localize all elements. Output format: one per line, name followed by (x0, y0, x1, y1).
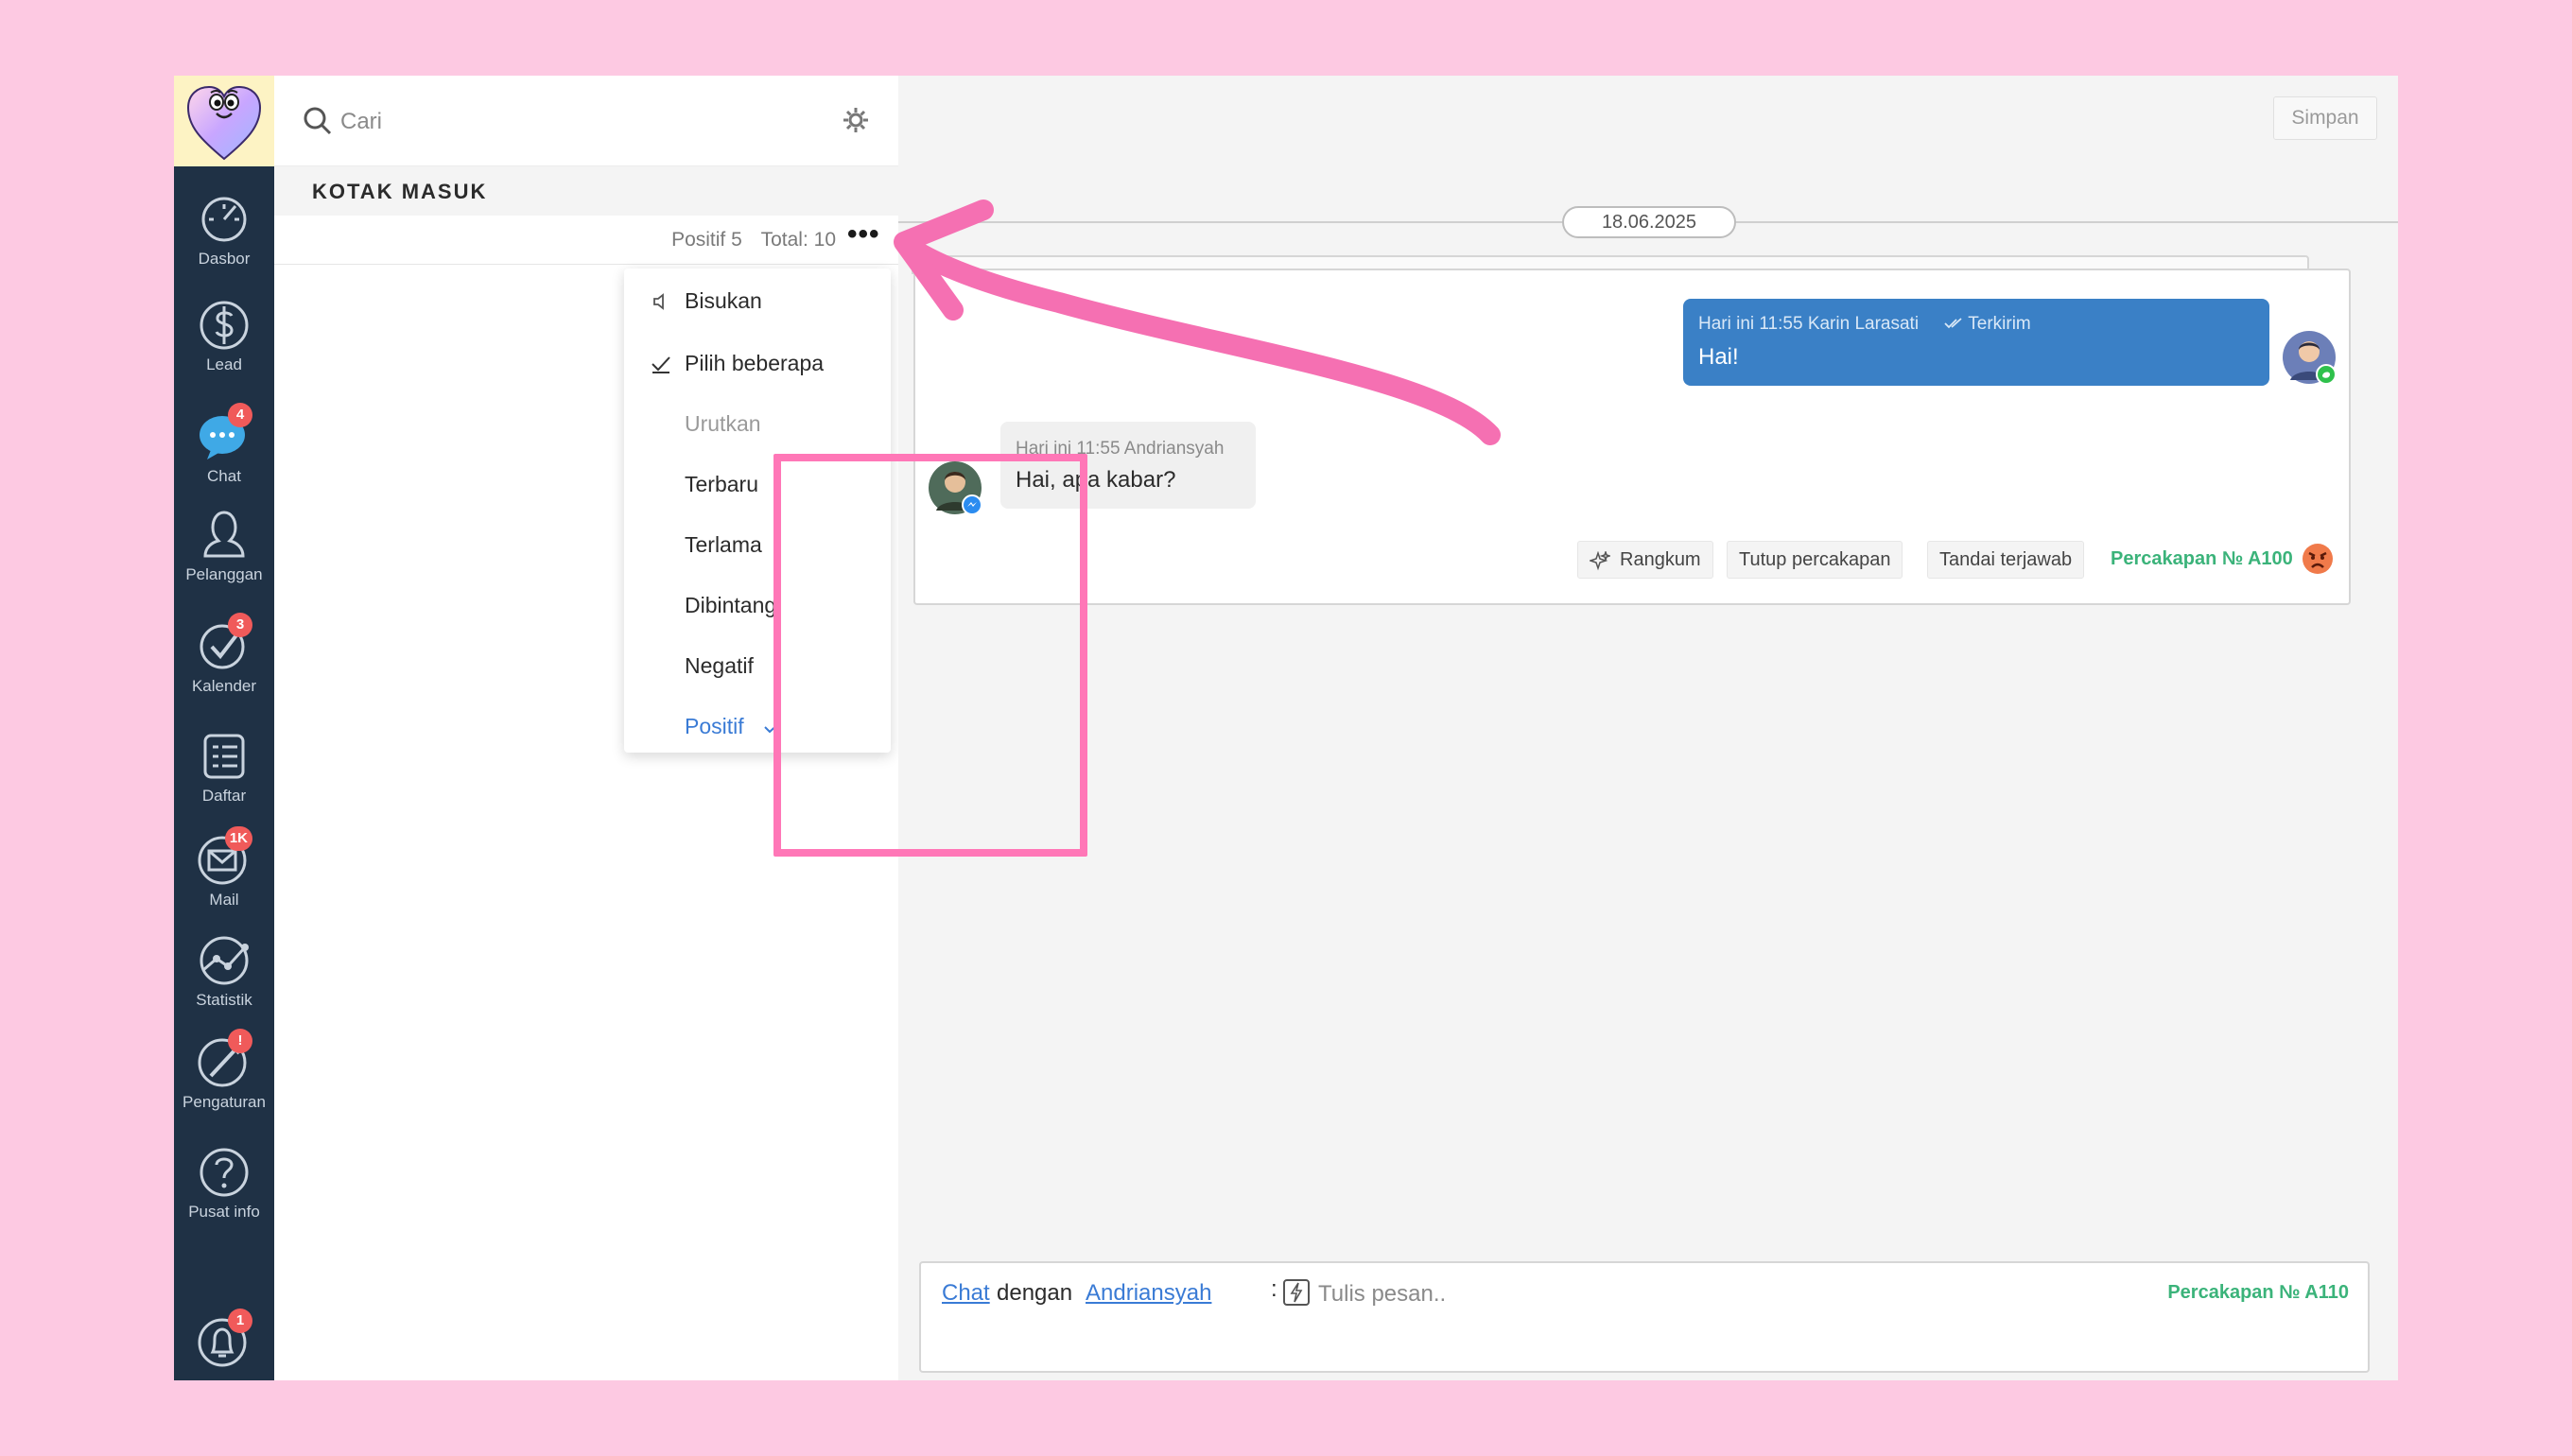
sidebar-item-label: Pelanggan (185, 565, 263, 583)
menu-section-urutkan: Urutkan (624, 393, 891, 454)
summarize-label: Rangkum (1620, 549, 1701, 570)
stats-icon (200, 936, 249, 985)
mark-answered-button[interactable]: Tandai terjawab (1927, 541, 2085, 579)
message-text: Hai! (1698, 344, 1739, 370)
delivery-status-label: Terkirim (1968, 314, 2031, 334)
menu-item-dibintangi[interactable]: Dibintangi (624, 575, 891, 635)
message-meta: Hari ini 11:55 Andriansyah (1016, 439, 1225, 459)
filter-summary: Positif 5 Total: 10 (671, 229, 836, 251)
mute-icon (653, 293, 664, 310)
sidebar-item-label: Kalender (191, 677, 257, 695)
double-check-icon (1944, 318, 1962, 329)
sidebar-item-kalender[interactable]: 3 Kalender (174, 613, 274, 696)
sidebar-item-daftar[interactable]: Daftar (174, 728, 274, 806)
gear-icon[interactable] (842, 106, 870, 134)
sidebar-item-label: Pusat info (188, 1203, 260, 1221)
conversation-card: Hari ini 11:55 Karin Larasati Terkirim H… (913, 269, 2351, 605)
sidebar-item-pelanggan[interactable]: Pelanggan (174, 507, 274, 584)
app-window: Dasbor Lead 4 Chat Pelanggan 3 Kalender … (174, 76, 2398, 1380)
message-meta-text: Hari ini 11:55 Karin Larasati (1698, 314, 1920, 334)
sidebar-item-label: Mail (209, 891, 239, 909)
menu-item-terlama[interactable]: Terlama (624, 514, 891, 575)
menu-item-label: Urutkan (685, 411, 761, 436)
agent-avatar[interactable] (2281, 329, 2337, 386)
menu-item-label: Terlama (685, 532, 762, 557)
menu-item-label: Terbaru (685, 472, 758, 496)
sidebar-item-notifications[interactable]: 1 (174, 1309, 274, 1367)
conversation-number[interactable]: Percakapan № A100 (2111, 548, 2293, 570)
sidebar-item-label: Dasbor (198, 250, 251, 268)
quick-reply-icon[interactable] (1282, 1278, 1311, 1307)
sparkle-icon (1590, 551, 1610, 571)
date-pill: 18.06.2025 (1562, 206, 1736, 238)
incoming-message: Hari ini 11:55 Andriansyah Hai, apa kaba… (1000, 422, 1256, 509)
contact-avatar[interactable] (927, 459, 983, 516)
logo[interactable] (174, 76, 274, 166)
settings-badge: ! (228, 1029, 252, 1053)
composer-conversation-number[interactable]: Percakapan № A110 (2167, 1282, 2349, 1304)
menu-item-pilih-beberapa[interactable]: Pilih beberapa (624, 333, 891, 393)
composer-with-label: dengan (997, 1280, 1073, 1306)
help-icon (200, 1148, 249, 1197)
filter-row: Positif 5 Total: 10 ••• (274, 217, 898, 265)
close-conversation-button[interactable]: Tutup percakapan (1727, 541, 1903, 579)
menu-item-bisukan[interactable]: Bisukan (624, 270, 891, 331)
search-icon (304, 107, 332, 135)
sidebar-item-label: Pengaturan (182, 1093, 266, 1111)
heart-logo-icon (186, 85, 262, 161)
selected-check-icon (764, 721, 781, 734)
message-text: Hai, apa kabar? (1016, 467, 1176, 493)
more-options-button[interactable]: ••• (847, 220, 885, 253)
sidebar-item-mail[interactable]: 1K Mail (174, 826, 274, 910)
menu-item-label: Negatif (685, 653, 754, 678)
total-label: Total: 10 (760, 229, 836, 251)
menu-item-negatif[interactable]: Negatif (624, 635, 891, 696)
inbox-title: KOTAK MASUK (312, 180, 488, 203)
sidebar-item-label: Lead (206, 355, 242, 373)
message-meta: Hari ini 11:55 Karin Larasati Terkirim (1698, 314, 2031, 335)
search-bar (274, 76, 898, 166)
menu-item-terbaru[interactable]: Terbaru (624, 454, 891, 514)
chat-topbar: Simpan (898, 76, 2398, 142)
calendar-badge: 3 (228, 613, 252, 637)
sidebar-item-label: Daftar (201, 787, 247, 805)
sidebar-item-pengaturan[interactable]: ! Pengaturan (174, 1029, 274, 1112)
composer-colon: : (1271, 1276, 1277, 1302)
dashboard-icon (201, 197, 247, 242)
sidebar-item-chat[interactable]: 4 Chat (174, 403, 274, 486)
summarize-button[interactable]: Rangkum (1577, 541, 1713, 579)
menu-item-label: Pilih beberapa (685, 351, 825, 375)
options-dropdown: Bisukan Pilih beberapa Urutkan Terbaru T… (624, 269, 891, 753)
menu-item-label: Positif (685, 714, 744, 738)
search-input[interactable] (340, 104, 775, 140)
sidebar-item-statistik[interactable]: Statistik (174, 932, 274, 1010)
save-button[interactable]: Simpan (2273, 96, 2377, 140)
menu-item-label: Bisukan (685, 288, 762, 313)
notifications-badge: 1 (228, 1309, 252, 1333)
angry-face-icon (2303, 544, 2333, 574)
message-composer: Chat dengan Andriansyah : Percakapan № A… (919, 1261, 2370, 1373)
chat-area: Simpan 18.06.2025 Hari ini 11:55 Karin L… (898, 76, 2398, 1380)
sidebar-item-lead[interactable]: Lead (174, 297, 274, 374)
sidebar: Dasbor Lead 4 Chat Pelanggan 3 Kalender … (174, 76, 274, 1380)
sidebar-item-pusat-info[interactable]: Pusat info (174, 1144, 274, 1222)
mail-badge: 1K (224, 826, 252, 851)
menu-item-label: Dibintangi (685, 593, 782, 617)
chat-badge: 4 (228, 403, 252, 427)
contact-link[interactable]: Andriansyah (1086, 1280, 1211, 1307)
outgoing-message: Hari ini 11:55 Karin Larasati Terkirim H… (1683, 299, 2269, 386)
sidebar-item-label: Chat (207, 467, 241, 485)
checkmark-icon (652, 356, 670, 373)
delivery-status: Terkirim (1944, 314, 2031, 334)
list-icon (203, 734, 245, 779)
menu-item-positif[interactable]: Positif (624, 696, 891, 756)
filter-label: Positif 5 (671, 229, 742, 251)
customers-icon (203, 511, 245, 558)
dollar-icon (200, 301, 249, 350)
channel-link[interactable]: Chat (942, 1280, 990, 1307)
sidebar-item-label: Statistik (196, 991, 252, 1009)
sidebar-item-dasbor[interactable]: Dasbor (174, 191, 274, 269)
message-input[interactable] (1318, 1278, 1886, 1310)
